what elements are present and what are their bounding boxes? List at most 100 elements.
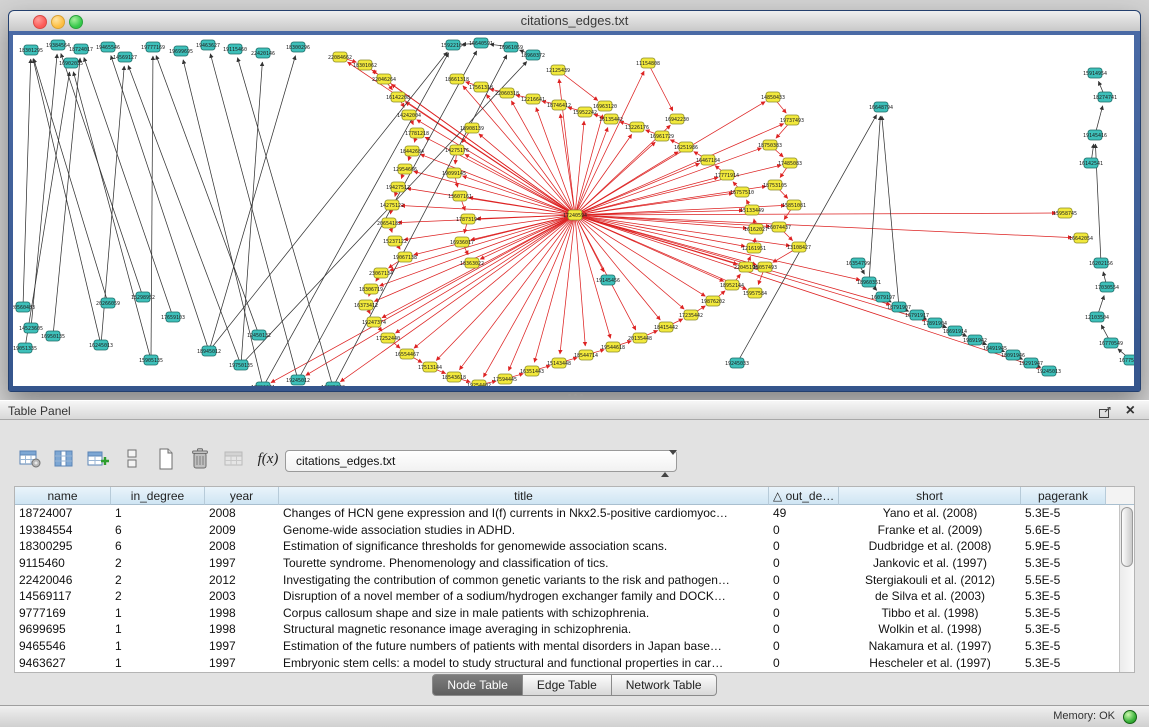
column-header-title[interactable]: title [279, 487, 769, 505]
graph-node[interactable]: 19067138 [393, 252, 417, 262]
table-cell[interactable]: 9777169 [15, 606, 111, 620]
table-cell[interactable]: 1998 [205, 622, 279, 636]
graph-node[interactable]: 18057493 [753, 262, 777, 272]
table-row[interactable]: 2242004622012Investigating the contribut… [15, 571, 1134, 588]
graph-node[interactable]: 16085040 [321, 382, 345, 386]
graph-node[interactable]: 12103504 [1085, 312, 1109, 322]
tab-node-table[interactable]: Node Table [432, 674, 523, 696]
table-mode-button[interactable] [16, 445, 44, 473]
graph-node[interactable]: 13226176 [625, 122, 649, 132]
table-cell[interactable]: 6 [111, 523, 205, 537]
graph-node[interactable]: 19465546 [96, 42, 120, 52]
table-cell[interactable]: Estimation of the future numbers of pati… [279, 639, 769, 653]
graph-node[interactable]: 16936017 [450, 237, 474, 247]
graph-node[interactable]: 20266059 [96, 298, 120, 308]
graph-node[interactable]: 16648794 [869, 102, 893, 112]
delete-column-button[interactable] [186, 445, 214, 473]
graph-node[interactable]: 19750135 [229, 360, 253, 370]
graph-node[interactable]: 19247374 [362, 317, 386, 327]
table-cell[interactable]: Genome-wide association studies in ADHD. [279, 523, 769, 537]
graph-node[interactable]: 22420146 [251, 48, 275, 58]
table-cell[interactable]: 1998 [205, 606, 279, 620]
table-cell[interactable]: 5.5E-5 [1021, 573, 1106, 587]
column-header-short[interactable]: short [839, 487, 1021, 505]
table-row[interactable]: 977716911998Corpus callosum shape and si… [15, 605, 1134, 622]
graph-node[interactable]: 14569127 [113, 52, 137, 62]
graph-node[interactable]: 19699695 [169, 46, 193, 56]
create-column-button[interactable] [84, 445, 112, 473]
graph-node[interactable]: 19384564 [46, 40, 70, 50]
graph-node[interactable]: 18908139 [460, 123, 484, 133]
tab-edge-table[interactable]: Edge Table [523, 674, 612, 696]
graph-node[interactable]: 19254402 [467, 380, 491, 386]
graph-node[interactable]: 18960351 [857, 277, 881, 287]
table-cell[interactable]: 1 [111, 606, 205, 620]
table-cell[interactable]: 19384554 [15, 523, 111, 537]
table-cell[interactable]: 5.3E-5 [1021, 639, 1106, 653]
table-cell[interactable]: 1 [111, 639, 205, 653]
table-cell[interactable]: 0 [769, 556, 839, 570]
graph-node[interactable]: 15914954 [1083, 68, 1107, 78]
table-cell[interactable]: 1997 [205, 639, 279, 653]
graph-node[interactable]: 16202156 [1089, 258, 1113, 268]
table-row[interactable]: 911546021997Tourette syndrome. Phenomeno… [15, 555, 1134, 572]
table-cell[interactable]: 1 [111, 656, 205, 670]
graph-node[interactable]: 17235442 [679, 310, 703, 320]
table-cell[interactable]: 9699695 [15, 622, 111, 636]
graph-node[interactable]: 15851081 [782, 200, 806, 210]
table-cell[interactable]: 18300295 [15, 539, 111, 553]
table-cell[interactable]: Corpus callosum shape and size in male p… [279, 606, 769, 620]
graph-node[interactable]: 18442684 [400, 146, 424, 156]
graph-node[interactable]: 17252440 [376, 333, 400, 343]
graph-node[interactable]: 15237122 [383, 236, 407, 246]
graph-node[interactable]: 16963120 [593, 101, 617, 111]
column-header-out_de[interactable]: △ out_de… [769, 487, 839, 505]
table-cell[interactable]: 2 [111, 573, 205, 587]
graph-node[interactable]: 19427512 [386, 182, 410, 192]
graph-node[interactable]: 17594445 [493, 374, 517, 384]
graph-node[interactable]: 12954666 [393, 164, 417, 174]
tab-network-table[interactable]: Network Table [612, 674, 717, 696]
graph-node[interactable]: 19245012 [286, 375, 310, 385]
graph-node[interactable]: 20654182 [377, 218, 401, 228]
graph-node[interactable]: 16245013 [89, 340, 113, 350]
graph-node[interactable]: 22084662 [328, 52, 352, 62]
graph-node[interactable]: 13108427 [787, 242, 811, 252]
table-cell[interactable]: 9463627 [15, 656, 111, 670]
table-cell[interactable]: 5.3E-5 [1021, 589, 1106, 603]
column-header-pagerank[interactable]: pagerank [1021, 487, 1106, 505]
graph-node[interactable]: 17659103 [161, 312, 185, 322]
table-cell[interactable]: 5.3E-5 [1021, 656, 1106, 670]
graph-node[interactable]: 18753105 [763, 180, 787, 190]
table-cell[interactable]: 0 [769, 523, 839, 537]
table-row[interactable]: 946362711997Embryonic stem cells: a mode… [15, 654, 1134, 671]
graph-node[interactable]: 19245033 [725, 358, 749, 368]
table-cell[interactable]: 0 [769, 589, 839, 603]
table-cell[interactable]: 2012 [205, 573, 279, 587]
network-canvas[interactable]: 1724059422084662183010622204626416142208… [13, 35, 1134, 386]
graph-node[interactable]: 18791907 [887, 302, 911, 312]
table-cell[interactable]: 2008 [205, 506, 279, 520]
graph-node[interactable]: 18945012 [197, 346, 221, 356]
graph-node[interactable]: 14275122 [380, 200, 404, 210]
graph-node[interactable]: 12125439 [546, 65, 570, 75]
graph-node[interactable]: 19876202 [701, 296, 725, 306]
graph-node[interactable]: 16354799 [846, 258, 870, 268]
graph-node[interactable]: 18750383 [758, 140, 782, 150]
graph-node[interactable]: 18300296 [286, 42, 310, 52]
table-select[interactable]: citations_edges.txt [285, 450, 677, 472]
table-cell[interactable]: 22420046 [15, 573, 111, 587]
table-cell[interactable]: Tibbo et al. (1998) [839, 606, 1021, 620]
graph-node[interactable]: 19099145 [442, 168, 466, 178]
graph-node[interactable]: 18363022 [460, 258, 484, 268]
table-cell[interactable]: 0 [769, 656, 839, 670]
table-cell[interactable]: Estimation of significance thresholds fo… [279, 539, 769, 553]
graph-node[interactable]: 14850433 [761, 92, 785, 102]
graph-node[interactable]: 14523605 [19, 323, 43, 333]
window-titlebar[interactable]: citations_edges.txt [9, 11, 1140, 32]
column-header-name[interactable]: name [15, 487, 111, 505]
show-columns-button[interactable] [50, 445, 78, 473]
graph-node[interactable]: 12161951 [742, 243, 766, 253]
table-cell[interactable]: 1 [111, 506, 205, 520]
graph-node[interactable]: 17485083 [778, 158, 802, 168]
